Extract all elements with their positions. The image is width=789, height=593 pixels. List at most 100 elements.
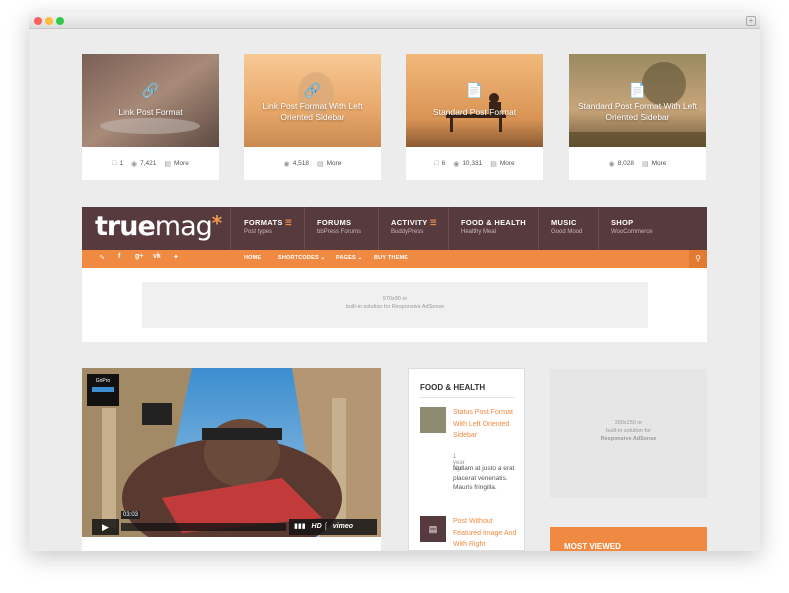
card-meta: ◉ 8,028 ▤ More	[569, 147, 706, 180]
more-link[interactable]: ▤ More	[164, 160, 188, 168]
link-icon: 🔗	[141, 82, 160, 98]
nav-item-activity[interactable]: ACTIVITY ☰ BuddyPress	[391, 218, 437, 235]
ad-placeholder[interactable]: 970x90 or built-in solution for Responsi…	[142, 282, 648, 328]
post-card[interactable]: 📄 Standard Post Format □ 6 ◉ 10,331 ▤ More	[406, 54, 543, 180]
comment-icon: □	[112, 160, 117, 167]
subnav-pages[interactable]: PAGES ⌄	[336, 255, 362, 261]
widget-title: FOOD & HEALTH	[420, 383, 486, 392]
nav-divider	[230, 207, 231, 250]
nav-sublabel: Healthy Meal	[461, 229, 497, 235]
link-icon: 🔗	[303, 82, 322, 98]
menu-icon: ☰	[429, 218, 437, 227]
vimeo-logo[interactable]: vimeo	[333, 523, 353, 530]
eye-icon: ◉	[453, 160, 460, 168]
nav-sublabel: Good Mood	[551, 229, 583, 235]
ad-description: built-in solution for	[606, 428, 651, 434]
logo-star: *	[211, 211, 223, 235]
view-count: 10,331	[462, 160, 483, 167]
card-thumbnail[interactable]: 📄 Standard Post Format	[406, 54, 543, 147]
sidebar-ad-placeholder[interactable]: 300x250 or built-in solution for Respons…	[550, 369, 707, 498]
food-health-widget: FOOD & HEALTH Status Post Format With Le…	[408, 368, 525, 551]
post-card[interactable]: 📄 Standard Post Format With Left Oriente…	[569, 54, 706, 180]
twitter-icon[interactable]: ✦	[173, 253, 179, 261]
more-label: More	[326, 160, 342, 167]
card-title[interactable]: Link Post Format With Left Oriented Side…	[252, 101, 373, 123]
card-thumbnail[interactable]: 🔗 Link Post Format	[82, 54, 219, 147]
video-player[interactable]: GoPro ▶ 03:03 ▮▮▮ HD ⌠ vimeo	[82, 368, 381, 551]
comment-icon: □	[434, 160, 439, 167]
document-icon: ▤	[641, 160, 649, 168]
nav-item-music[interactable]: MUSIC Good Mood	[551, 218, 582, 235]
play-icon[interactable]: ▶	[92, 519, 119, 535]
widget-divider	[420, 397, 515, 398]
minimize-window-button[interactable]	[45, 17, 53, 25]
subnav-shortcodes[interactable]: SHORTCODES ⌄	[278, 255, 325, 261]
subnav-buy-theme[interactable]: BUY THEME	[374, 255, 408, 261]
more-label: More	[651, 160, 667, 167]
nav-item-food-health[interactable]: FOOD & HEALTH Healthy Meal	[461, 218, 526, 235]
nav-divider	[448, 207, 449, 250]
video-footer	[82, 537, 381, 551]
logo-light-text: mag	[154, 211, 213, 242]
hd-toggle[interactable]: HD	[312, 523, 322, 530]
volume-icon[interactable]: ▮▮▮	[294, 523, 306, 530]
most-viewed-label: MOST VIEWED	[564, 542, 621, 551]
title-bar: +	[29, 13, 760, 29]
comment-count: 6	[441, 160, 446, 167]
nav-divider	[378, 207, 379, 250]
post-title[interactable]: Post Without Featured Image And With Rig…	[453, 516, 519, 551]
gopro-badge: GoPro	[87, 374, 119, 406]
nav-item-shop[interactable]: SHOP WooCommerce	[611, 218, 653, 235]
card-title[interactable]: Link Post Format	[90, 107, 211, 118]
card-thumbnail[interactable]: 🔗 Link Post Format With Left Oriented Si…	[244, 54, 381, 147]
nav-item-formats[interactable]: FORMATS ☰ Post types	[244, 218, 292, 235]
subnav-home[interactable]: HOME	[244, 255, 261, 261]
more-label: More	[499, 160, 515, 167]
nav-sublabel: bbPress Forums	[317, 229, 362, 235]
zoom-window-button[interactable]	[56, 17, 64, 25]
post-card[interactable]: 🔗 Link Post Format □ 1 ◉ 7,421 ▤ More	[82, 54, 219, 180]
vk-icon[interactable]: vk	[153, 253, 161, 260]
video-time: 03:03	[121, 511, 141, 519]
site-logo[interactable]: truemag*	[95, 211, 223, 242]
card-meta: □ 1 ◉ 7,421 ▤ More	[82, 147, 219, 180]
thumbnail-image	[406, 54, 543, 147]
more-link[interactable]: ▤ More	[317, 160, 341, 168]
logo-bold-text: true	[95, 211, 156, 242]
eye-icon: ◉	[608, 160, 615, 168]
most-viewed-header: MOST VIEWED	[550, 527, 707, 551]
eye-icon: ◉	[131, 160, 138, 168]
eye-icon: ◉	[283, 160, 290, 168]
fullscreen-icon[interactable]: ⌠	[324, 523, 328, 530]
ad-size-label: 970x90 or	[382, 296, 408, 302]
document-icon: ▤	[490, 160, 497, 168]
nav-sublabel: Post types	[244, 229, 273, 235]
video-scrubber[interactable]	[121, 523, 286, 531]
card-title[interactable]: Standard Post Format With Left Oriented …	[577, 101, 698, 123]
nav-item-forums[interactable]: FORUMS bbPress Forums	[317, 218, 361, 235]
view-count: 4,518	[292, 160, 309, 167]
more-link[interactable]: ▤ More	[490, 160, 514, 168]
post-card[interactable]: 🔗 Link Post Format With Left Oriented Si…	[244, 54, 381, 180]
close-window-button[interactable]	[34, 17, 42, 25]
card-meta: □ 6 ◉ 10,331 ▤ More	[406, 147, 543, 180]
secondary-nav-bar: ∿ f g+ vk ✦ HOME SHORTCODES ⌄ PAGES ⌄ BU…	[82, 250, 707, 268]
post-excerpt: Nullam at justo a erat placerat venenati…	[453, 465, 515, 491]
document-icon[interactable]: ▤	[420, 516, 446, 542]
google-plus-icon[interactable]: g+	[135, 253, 143, 260]
rss-icon[interactable]: ∿	[99, 253, 105, 261]
video-right-controls: ▮▮▮ HD ⌠ vimeo	[289, 519, 377, 535]
document-icon: 📄	[465, 82, 484, 98]
nav-label: FORUMS	[317, 218, 352, 227]
post-title[interactable]: Status Post Format With Left Oriented Si…	[453, 407, 519, 442]
facebook-icon[interactable]: f	[118, 253, 120, 260]
post-thumbnail[interactable]	[420, 407, 446, 433]
card-title[interactable]: Standard Post Format	[414, 107, 535, 118]
expand-icon[interactable]: +	[746, 16, 756, 26]
nav-label: ACTIVITY	[391, 218, 428, 227]
search-icon[interactable]: ⚲	[689, 250, 707, 268]
card-thumbnail[interactable]: 📄 Standard Post Format With Left Oriente…	[569, 54, 706, 147]
browser-window: + 🔗 Link Post Format □1 ◉7,421 ▤More	[29, 13, 760, 551]
more-link[interactable]: ▤ More	[642, 160, 666, 168]
ad-size-label: 300x250 or	[614, 420, 643, 426]
